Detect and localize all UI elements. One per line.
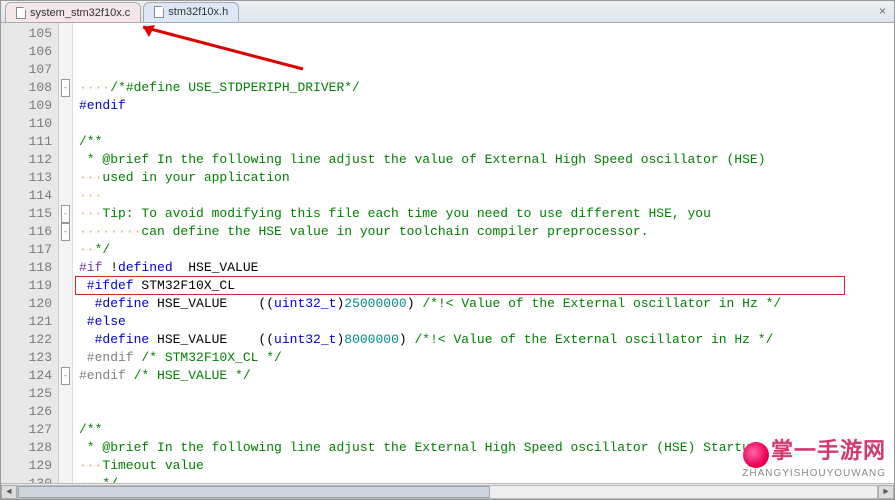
fold-cell [59, 259, 72, 277]
fold-cell [59, 457, 72, 475]
line-number: 118 [1, 259, 52, 277]
fold-cell [59, 43, 72, 61]
tab-stm32f10x-h[interactable]: stm32f10x.h [143, 2, 239, 22]
fold-cell [59, 97, 72, 115]
fold-cell [59, 115, 72, 133]
line-number: 105 [1, 25, 52, 43]
code-line[interactable]: ···used in your application [79, 169, 894, 187]
fold-cell [59, 295, 72, 313]
fold-cell [59, 241, 72, 259]
code-line[interactable]: ···*/ [79, 475, 894, 483]
line-number: 120 [1, 295, 52, 313]
fold-cell [59, 133, 72, 151]
code-line[interactable]: * @brief In the following line adjust th… [79, 151, 894, 169]
code-line[interactable]: /** [79, 133, 894, 151]
line-number: 122 [1, 331, 52, 349]
line-number: 112 [1, 151, 52, 169]
fold-cell[interactable]: - [59, 223, 72, 241]
line-number: 121 [1, 313, 52, 331]
fold-cell [59, 313, 72, 331]
fold-column[interactable]: ---- [59, 23, 73, 483]
code-line[interactable]: /** [79, 421, 894, 439]
line-number: 117 [1, 241, 52, 259]
line-number: 130 [1, 475, 52, 483]
fold-cell[interactable]: - [59, 367, 72, 385]
line-number: 106 [1, 43, 52, 61]
line-number: 108 [1, 79, 52, 97]
code-line[interactable]: #define HSE_VALUE ((uint32_t)8000000) /*… [79, 331, 894, 349]
file-icon [16, 7, 26, 19]
code-line[interactable]: #if !defined HSE_VALUE [79, 259, 894, 277]
scroll-thumb[interactable] [18, 486, 490, 498]
line-number: 114 [1, 187, 52, 205]
line-number: 119 [1, 277, 52, 295]
fold-toggle-icon[interactable]: - [61, 223, 70, 241]
annotation-arrow [93, 23, 313, 81]
line-number: 116 [1, 223, 52, 241]
file-icon [154, 6, 164, 18]
code-line[interactable]: ········can define the HSE value in your… [79, 223, 894, 241]
fold-cell [59, 25, 72, 43]
code-line[interactable]: ···Timeout value [79, 457, 894, 475]
code-line[interactable] [79, 403, 894, 421]
line-number: 127 [1, 421, 52, 439]
fold-cell [59, 331, 72, 349]
line-number-gutter: 1051061071081091101111121131141151161171… [1, 23, 59, 483]
code-line[interactable]: * @brief In the following line adjust th… [79, 439, 894, 457]
code-line[interactable]: ···Tip: To avoid modifying this file eac… [79, 205, 894, 223]
tab-label: stm32f10x.h [168, 6, 228, 18]
tab-label: system_stm32f10x.c [30, 7, 130, 19]
code-line[interactable]: #define HSE_VALUE ((uint32_t)25000000) /… [79, 295, 894, 313]
code-area[interactable]: ····/*#define USE_STDPERIPH_DRIVER*/#end… [73, 23, 894, 483]
fold-cell [59, 151, 72, 169]
line-number: 113 [1, 169, 52, 187]
fold-cell [59, 439, 72, 457]
horizontal-scrollbar[interactable]: ◄ ► [1, 483, 894, 499]
fold-toggle-icon[interactable]: - [61, 205, 70, 223]
line-number: 115 [1, 205, 52, 223]
fold-cell [59, 169, 72, 187]
line-number: 107 [1, 61, 52, 79]
line-number: 110 [1, 115, 52, 133]
fold-cell [59, 277, 72, 295]
fold-cell [59, 421, 72, 439]
line-number: 123 [1, 349, 52, 367]
line-number: 124 [1, 367, 52, 385]
code-line[interactable]: #endif /* STM32F10X_CL */ [79, 349, 894, 367]
fold-cell [59, 187, 72, 205]
code-line[interactable]: #ifdef STM32F10X_CL [79, 277, 894, 295]
code-line[interactable]: ··*/ [79, 241, 894, 259]
fold-cell[interactable]: - [59, 205, 72, 223]
line-number: 126 [1, 403, 52, 421]
scroll-right-button[interactable]: ► [878, 485, 894, 499]
tab-bar: system_stm32f10x.c stm32f10x.h × [1, 1, 894, 23]
code-line[interactable] [79, 385, 894, 403]
tab-system-stm32f10x-c[interactable]: system_stm32f10x.c [5, 2, 141, 22]
close-icon[interactable]: × [879, 4, 886, 18]
scroll-track[interactable] [17, 485, 878, 499]
code-line[interactable]: #endif [79, 97, 894, 115]
code-line[interactable]: ····/*#define USE_STDPERIPH_DRIVER*/ [79, 79, 894, 97]
code-editor[interactable]: 1051061071081091101111121131141151161171… [1, 23, 894, 483]
fold-cell [59, 349, 72, 367]
fold-cell [59, 475, 72, 483]
line-number: 128 [1, 439, 52, 457]
line-number: 129 [1, 457, 52, 475]
code-line[interactable]: #else [79, 313, 894, 331]
fold-cell [59, 403, 72, 421]
fold-cell [59, 61, 72, 79]
line-number: 125 [1, 385, 52, 403]
code-line[interactable]: ··· [79, 187, 894, 205]
code-line[interactable]: #endif /* HSE_VALUE */ [79, 367, 894, 385]
fold-toggle-icon[interactable]: - [61, 79, 70, 97]
line-number: 111 [1, 133, 52, 151]
fold-cell[interactable]: - [59, 79, 72, 97]
fold-cell [59, 385, 72, 403]
fold-toggle-icon[interactable]: - [61, 367, 70, 385]
code-line[interactable] [79, 115, 894, 133]
line-number: 109 [1, 97, 52, 115]
scroll-left-button[interactable]: ◄ [1, 485, 17, 499]
